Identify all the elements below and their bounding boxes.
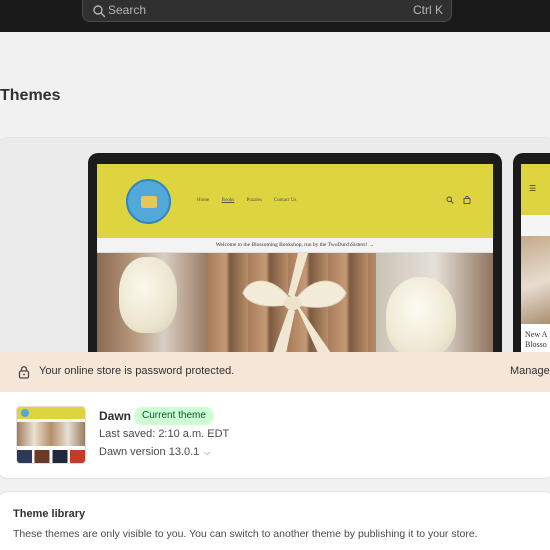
theme-thumbnail[interactable] — [16, 406, 86, 464]
mobile-hero-text: New A Blosso — [525, 330, 548, 349]
page-title: Themes — [0, 87, 61, 104]
store-header: Home Books Puzzles Contact Us — [97, 164, 493, 238]
theme-name: Dawn — [99, 409, 132, 423]
mobile-store-header: ☰ — [521, 164, 550, 215]
store-nav-item: Books — [221, 198, 235, 203]
store-header-icons — [446, 195, 471, 206]
current-theme-card: Home Books Puzzles Contact Us Welcome to… — [0, 137, 550, 479]
mobile-preview[interactable]: ☰ New A Blosso — [513, 153, 550, 363]
manage-button[interactable]: Manage — [510, 365, 550, 377]
store-logo — [126, 179, 171, 224]
mobile-preview-screen: ☰ New A Blosso — [521, 164, 550, 363]
desktop-preview[interactable]: Home Books Puzzles Contact Us Welcome to… — [88, 153, 502, 363]
store-nav: Home Books Puzzles Contact Us — [197, 198, 307, 203]
password-banner: Your online store is password protected.… — [0, 352, 550, 392]
top-bar: Search Ctrl K — [0, 0, 550, 32]
search-placeholder: Search — [108, 3, 147, 17]
chevron-down-icon: ⌵ — [204, 448, 211, 457]
cart-icon — [463, 195, 471, 204]
current-theme-badge: Current theme — [134, 407, 214, 425]
store-hero-image — [97, 253, 493, 363]
search-icon — [446, 196, 454, 204]
password-message: Your online store is password protected. — [39, 365, 235, 377]
store-nav-item: Home — [197, 198, 210, 203]
theme-version: Dawn version 13.0.1 — [99, 446, 200, 458]
theme-library-card: Theme library These themes are only visi… — [0, 491, 550, 550]
theme-version-dropdown[interactable]: Dawn version 13.0.1 ⌵ — [99, 446, 210, 458]
mobile-hero-image — [521, 236, 550, 324]
lock-icon — [18, 366, 30, 379]
menu-icon: ☰ — [529, 184, 537, 193]
theme-library-description: These themes are only visible to you. Yo… — [13, 528, 478, 540]
store-nav-item: Contact Us — [274, 198, 297, 203]
theme-preview[interactable]: Home Books Puzzles Contact Us Welcome to… — [0, 138, 550, 363]
store-announcement: Welcome to the Blossoming Bookshop, run … — [97, 238, 493, 253]
last-saved: Last saved: 2:10 a.m. EDT — [99, 428, 230, 440]
search-shortcut: Ctrl K — [413, 3, 443, 17]
search-icon — [93, 5, 106, 18]
theme-library-title: Theme library — [13, 508, 86, 520]
search-bar[interactable]: Search Ctrl K — [82, 0, 452, 22]
desktop-preview-screen: Home Books Puzzles Contact Us Welcome to… — [97, 164, 493, 363]
store-nav-item: Puzzles — [246, 198, 262, 203]
